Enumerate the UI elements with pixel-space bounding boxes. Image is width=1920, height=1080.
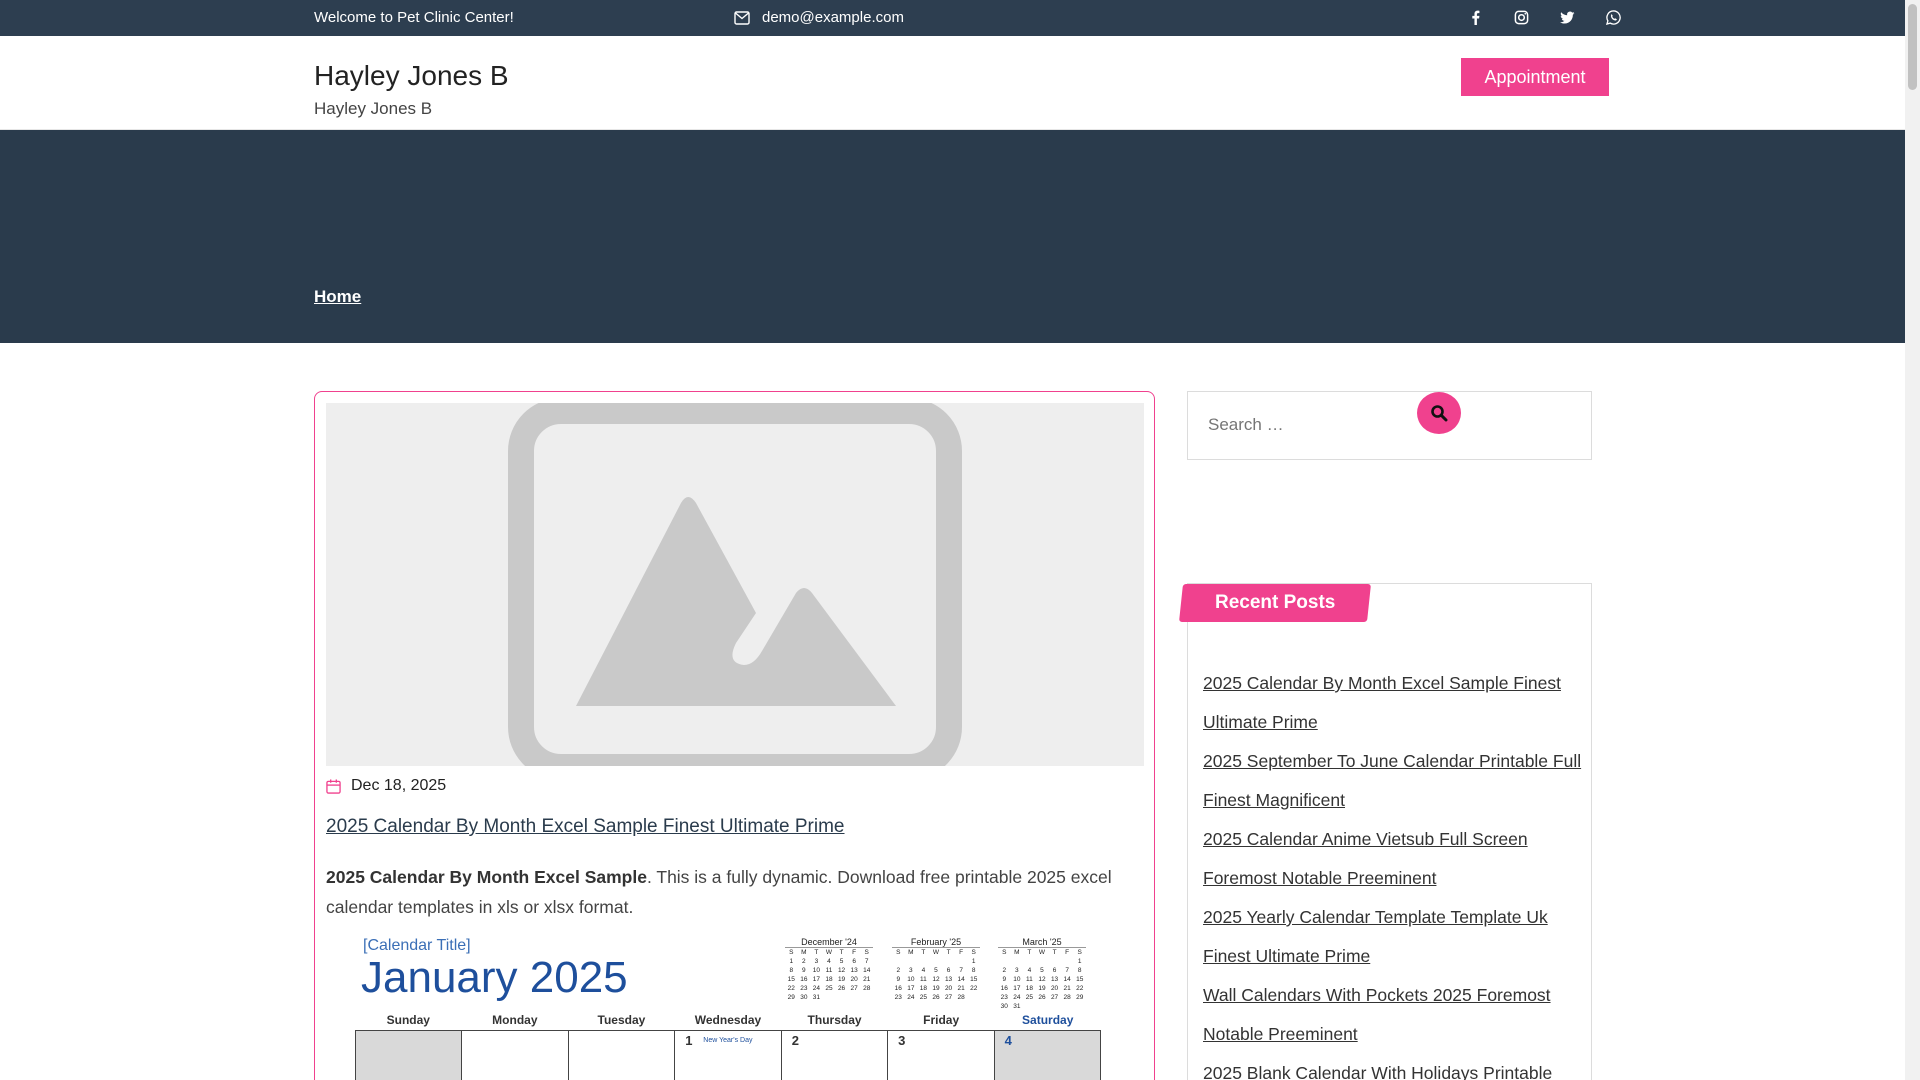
mini-month-mar: March '25 SMTWTFS 1 2345678 9 10 11 12 13 14 1… xyxy=(998,937,1086,1011)
list-item: 2025 Calendar Anime Vietsub Full Screen … xyxy=(1203,820,1583,898)
recent-post-link[interactable]: 2025 September To June Calendar Printabl… xyxy=(1203,751,1581,810)
mini-month-grid: SMTWTFS 1234567 8 9 10 11 12 13 14 15 16 17 18 19 2… xyxy=(787,949,871,1001)
hero-banner: Home xyxy=(0,130,1905,343)
list-item: 2025 Calendar By Month Excel Sample Fine… xyxy=(1203,664,1583,742)
recent-posts-list: 2025 Calendar By Month Excel Sample Fine… xyxy=(1203,664,1583,1080)
contact-email[interactable]: demo@example.com xyxy=(734,9,904,26)
top-bar: Welcome to Pet Clinic Center! demo@examp… xyxy=(0,0,1905,36)
social-links xyxy=(1452,8,1636,26)
list-item: 2025 September To June Calendar Printabl… xyxy=(1203,742,1583,820)
recent-post-link[interactable]: 2025 Calendar By Month Excel Sample Fine… xyxy=(1203,673,1561,732)
day-number: 4 xyxy=(1004,1033,1012,1048)
day-name: Tuesday xyxy=(597,1013,646,1027)
post-title-link[interactable]: 2025 Calendar By Month Excel Sample Fine… xyxy=(326,816,845,838)
mini-month-name: March '25 xyxy=(998,937,1086,948)
facebook-icon xyxy=(1471,10,1479,25)
day-number: 2 xyxy=(791,1033,799,1048)
day-name: Thursday xyxy=(807,1013,862,1027)
day-name: Monday xyxy=(492,1013,538,1027)
twitter-link[interactable] xyxy=(1544,8,1590,26)
search-icon xyxy=(1431,405,1448,422)
image-placeholder-icon xyxy=(326,398,1144,780)
calendar-day-cell xyxy=(569,1031,676,1080)
day-name: Sunday xyxy=(386,1013,430,1027)
recent-post-link[interactable]: 2025 Blank Calendar With Holidays Printa… xyxy=(1203,1063,1552,1080)
recent-posts-widget: Recent Posts 2025 Calendar By Month Exce… xyxy=(1179,583,1592,1080)
whatsapp-icon xyxy=(1605,9,1621,25)
email-text: demo@example.com xyxy=(762,9,904,26)
mini-month-name: February '25 xyxy=(892,937,980,948)
welcome-text: Welcome to Pet Clinic Center! xyxy=(314,9,514,26)
facebook-link[interactable] xyxy=(1452,8,1498,26)
mini-month-grid: SMTWTFS 1 2345678 9 10 11 12 13 14 15 16 17 18 19… xyxy=(894,949,978,1001)
day-number: 3 xyxy=(898,1033,906,1048)
calendar-day-cell: 4 xyxy=(994,1031,1101,1080)
envelope-icon xyxy=(734,10,750,25)
post-date: Dec 18, 2025 xyxy=(326,777,446,795)
mini-month-dec: December '24 SMTWTFS 1234567 8 9 10 11 12 13 1… xyxy=(785,937,873,1002)
calendar-day-names: Sunday Monday Tuesday Wednesday Thursday… xyxy=(355,1013,1101,1027)
list-item: Wall Calendars With Pockets 2025 Foremos… xyxy=(1203,976,1583,1054)
calendar-day-cell: 1 New Year's Day xyxy=(675,1031,782,1080)
calendar-icon xyxy=(326,778,341,794)
excerpt-bold: 2025 Calendar By Month Excel Sample xyxy=(326,867,647,887)
calendar-day-cell xyxy=(462,1031,569,1080)
calendar-image-month: January 2025 xyxy=(361,953,628,1002)
instagram-icon xyxy=(1514,10,1528,24)
recent-post-link[interactable]: 2025 Yearly Calendar Template Template U… xyxy=(1203,907,1548,966)
mini-month-feb: February '25 SMTWTFS 1 2345678 9 10 11 12 13… xyxy=(892,937,980,1002)
search-widget xyxy=(1187,391,1592,460)
day-name: Saturday xyxy=(1022,1013,1074,1027)
calendar-day-cell xyxy=(356,1031,463,1080)
day-name: Friday xyxy=(923,1013,960,1027)
breadcrumb-home-link[interactable]: Home xyxy=(314,287,361,307)
scrollbar-thumb[interactable] xyxy=(1908,4,1917,90)
calendar-day-cell: 2 xyxy=(782,1031,889,1080)
site-title[interactable]: Hayley Jones B xyxy=(314,60,509,92)
whatsapp-link[interactable] xyxy=(1590,8,1636,26)
appointment-button[interactable]: Appointment xyxy=(1461,58,1609,96)
day-number: 1 xyxy=(685,1033,693,1048)
calendar-week-row: 1 New Year's Day 2 3 4 xyxy=(355,1030,1101,1080)
holiday-label: New Year's Day xyxy=(703,1037,753,1044)
calendar-image[interactable]: [Calendar Title] January 2025 December '… xyxy=(355,937,1135,1080)
post-card: Dec 18, 2025 2025 Calendar By Month Exce… xyxy=(314,391,1155,1080)
list-item: 2025 Yearly Calendar Template Template U… xyxy=(1203,898,1583,976)
calendar-day-cell: 3 xyxy=(888,1031,995,1080)
post-excerpt: 2025 Calendar By Month Excel Sample. Thi… xyxy=(326,862,1146,922)
mini-month-name: December '24 xyxy=(785,937,873,948)
twitter-icon xyxy=(1559,11,1575,23)
recent-post-link[interactable]: 2025 Calendar Anime Vietsub Full Screen … xyxy=(1203,829,1528,888)
search-input[interactable] xyxy=(1208,410,1408,440)
site-tagline: Hayley Jones B xyxy=(314,99,433,118)
post-date-text: Dec 18, 2025 xyxy=(351,777,447,794)
day-name: Wednesday xyxy=(694,1013,762,1027)
post-thumbnail[interactable] xyxy=(326,398,1144,780)
recent-post-link[interactable]: Wall Calendars With Pockets 2025 Foremos… xyxy=(1203,985,1551,1044)
search-button[interactable] xyxy=(1417,392,1461,434)
mini-month-grid: SMTWTFS 1 2345678 9 10 11 12 13 14 15 16 17 18 19… xyxy=(1000,949,1084,1010)
recent-posts-title-text: Recent Posts xyxy=(1214,592,1336,613)
recent-posts-title: Recent Posts xyxy=(1179,584,1371,622)
instagram-link[interactable] xyxy=(1498,8,1544,26)
site-header: Hayley Jones B Hayley Jones B Appointmen… xyxy=(0,36,1905,130)
list-item: 2025 Blank Calendar With Holidays Printa… xyxy=(1203,1054,1583,1080)
page-scrollbar[interactable] xyxy=(1905,0,1920,1080)
